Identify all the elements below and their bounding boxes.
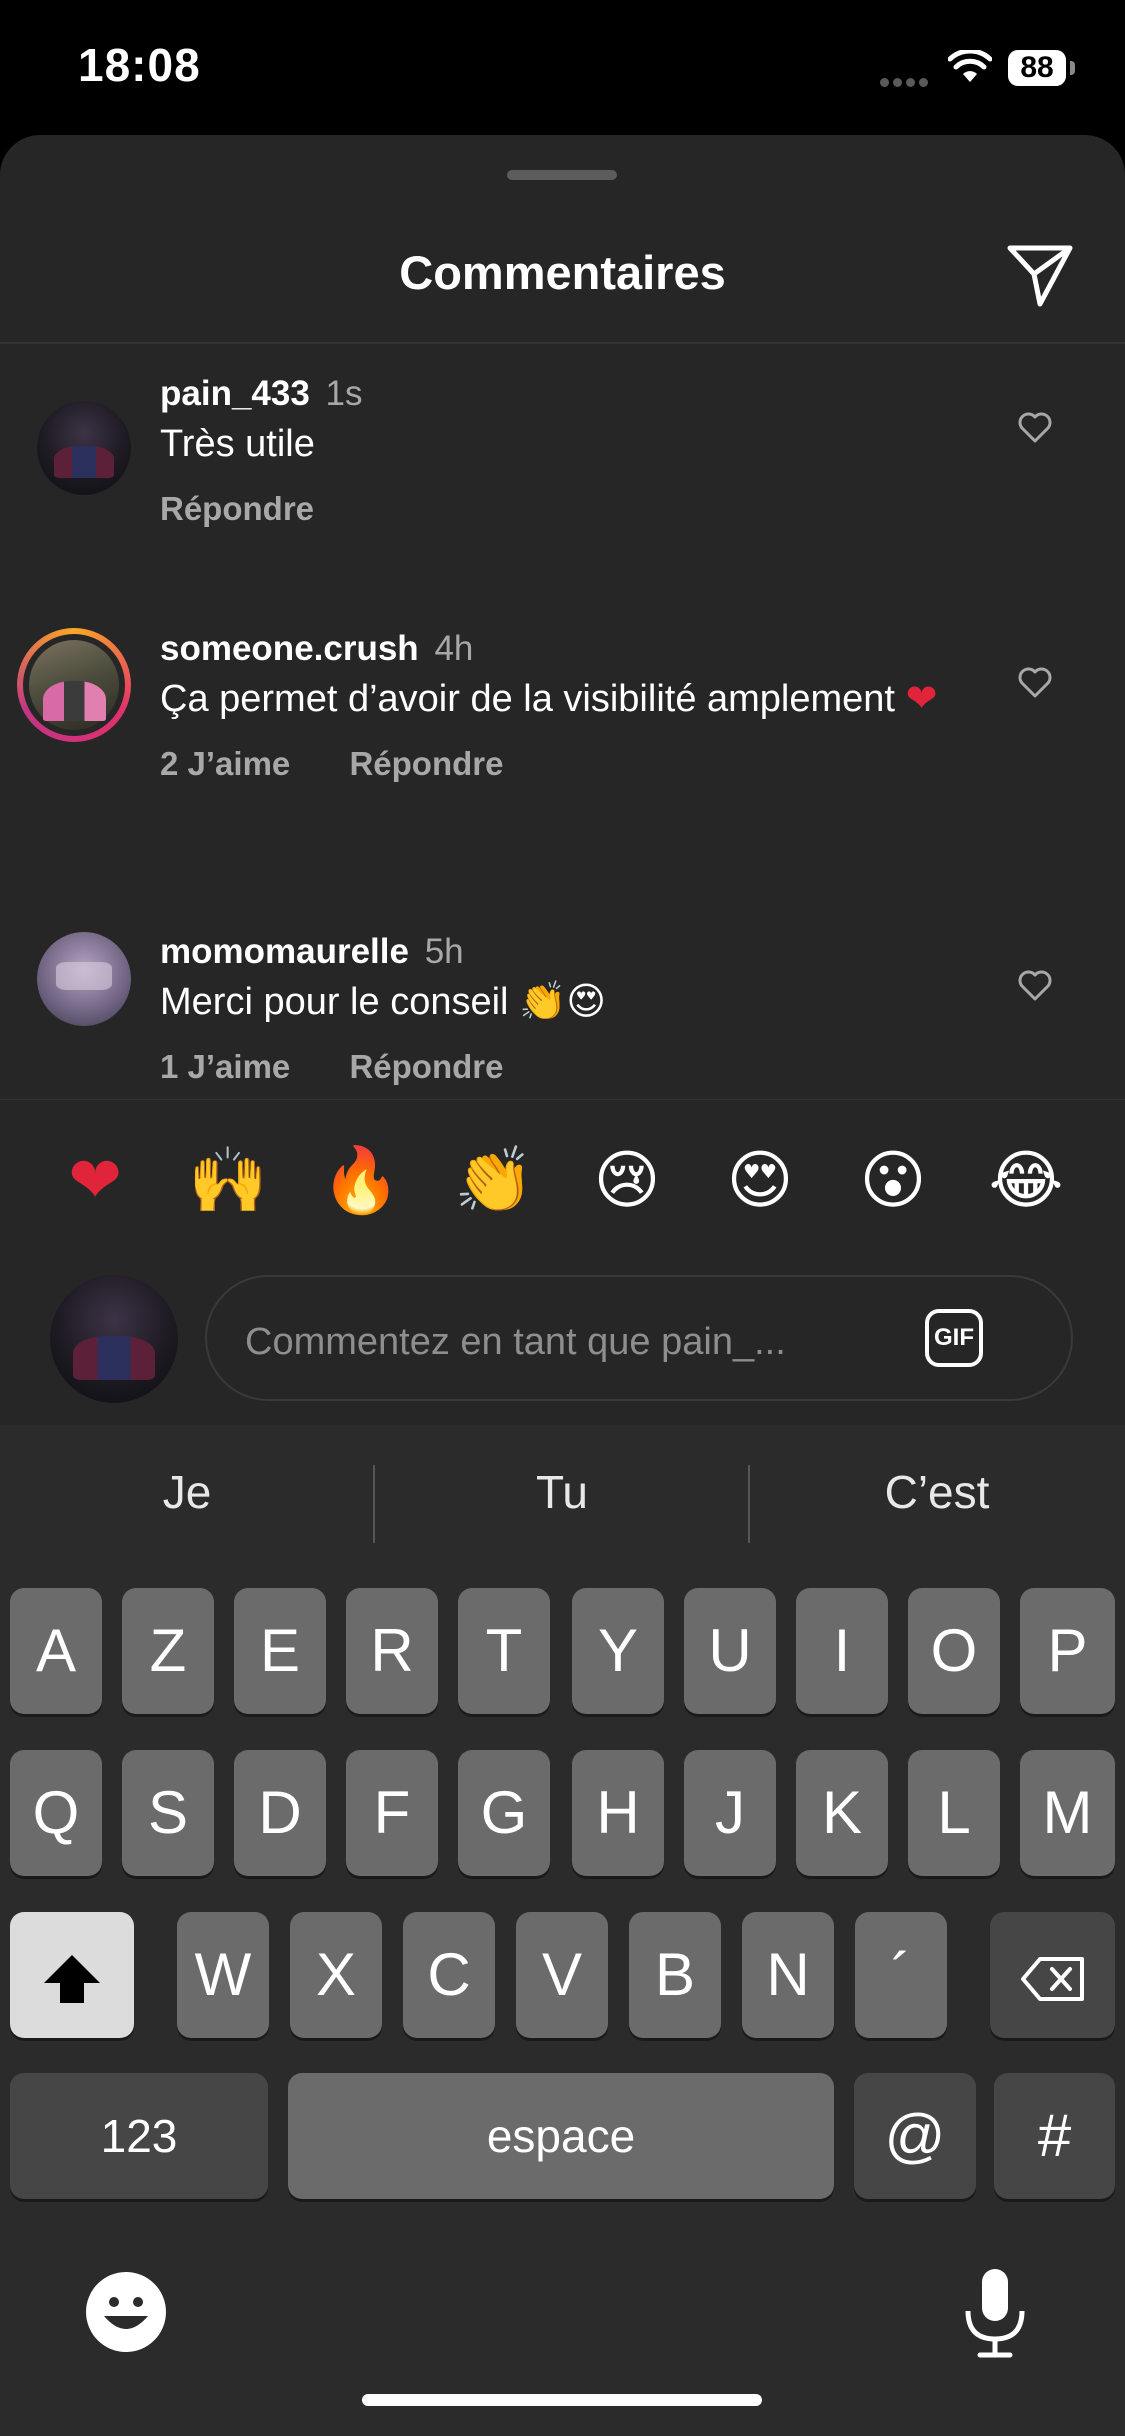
- key-b[interactable]: B: [629, 1912, 721, 2038]
- sheet-grabber[interactable]: [507, 170, 617, 180]
- comment-text-body: Ça permet d’avoir de la visibilité ample…: [160, 678, 895, 720]
- reply-button[interactable]: Répondre: [160, 490, 314, 527]
- heart-emoji: ❤: [905, 678, 938, 720]
- key-c[interactable]: C: [403, 1912, 495, 2038]
- reaction-fire[interactable]: 🔥: [321, 1140, 401, 1220]
- key-t[interactable]: T: [458, 1588, 550, 1714]
- heart-icon[interactable]: [1017, 409, 1053, 445]
- comment-username[interactable]: pain_433: [160, 374, 310, 413]
- composer-area: ❤ 🙌 🔥 👏 😢 😍 😮 😂 GIF: [0, 1100, 1125, 1425]
- comment-input[interactable]: [243, 1313, 887, 1371]
- wifi-icon: [948, 50, 992, 82]
- key-z[interactable]: Z: [122, 1588, 214, 1714]
- likes-count[interactable]: 1 J’aime: [160, 1048, 290, 1085]
- key-s[interactable]: S: [122, 1750, 214, 1876]
- delete-key[interactable]: [990, 1912, 1115, 2038]
- send-icon[interactable]: [1004, 238, 1076, 310]
- key-u[interactable]: U: [684, 1588, 776, 1714]
- comment-text: Ça permet d’avoir de la visibilité ample…: [160, 675, 940, 723]
- composer-avatar: [50, 1275, 178, 1403]
- prediction-2[interactable]: Tu: [375, 1465, 749, 1519]
- avatar-story-ring[interactable]: [17, 628, 131, 742]
- likes-count[interactable]: 2 J’aime: [160, 745, 290, 782]
- quick-reactions: ❤ 🙌 🔥 👏 😢 😍 😮 😂: [0, 1140, 1125, 1240]
- key-f[interactable]: F: [346, 1750, 438, 1876]
- avatar[interactable]: [37, 401, 131, 495]
- gif-button[interactable]: GIF: [925, 1309, 983, 1367]
- key-i[interactable]: I: [796, 1588, 888, 1714]
- prediction-3[interactable]: C’est: [750, 1465, 1124, 1519]
- key-q[interactable]: Q: [10, 1750, 102, 1876]
- reply-button[interactable]: Répondre: [349, 745, 503, 782]
- key-y[interactable]: Y: [572, 1588, 664, 1714]
- comment-time: 4h: [434, 629, 474, 668]
- shift-key[interactable]: [10, 1912, 134, 2038]
- key-w[interactable]: W: [177, 1912, 269, 2038]
- keyboard: Je Tu C’est A Z E R T Y U I O P Q S D F …: [0, 1425, 1125, 2436]
- reaction-heart[interactable]: ❤: [55, 1140, 135, 1220]
- home-indicator[interactable]: [362, 2394, 762, 2406]
- key-m[interactable]: M: [1020, 1750, 1115, 1876]
- backspace-icon: [1020, 1957, 1084, 2002]
- numbers-key[interactable]: 123: [10, 2073, 268, 2199]
- emoji-keyboard-icon[interactable]: [84, 2270, 168, 2354]
- reply-button[interactable]: Répondre: [349, 1048, 503, 1085]
- key-p[interactable]: P: [1020, 1588, 1115, 1714]
- comment-emojis: 👏😍: [519, 981, 606, 1023]
- key-o[interactable]: O: [908, 1588, 1000, 1714]
- hash-key[interactable]: #: [994, 2073, 1115, 2199]
- status-time: 18:08: [78, 39, 201, 91]
- cellular-signal-icon: [880, 74, 936, 87]
- at-key[interactable]: @: [854, 2073, 976, 2199]
- avatar: [29, 640, 119, 730]
- comment-text: Merci pour le conseil 👏😍: [160, 978, 940, 1026]
- microphone-icon[interactable]: [960, 2265, 1030, 2361]
- heart-icon[interactable]: [1017, 967, 1053, 1003]
- comment-text-body: Merci pour le conseil: [160, 981, 509, 1023]
- key-n[interactable]: N: [742, 1912, 834, 2038]
- comment-text: Très utile: [160, 423, 315, 465]
- reaction-crying[interactable]: 😢: [587, 1140, 667, 1220]
- key-k[interactable]: K: [796, 1750, 888, 1876]
- key-l[interactable]: L: [908, 1750, 1000, 1876]
- comment-time: 5h: [424, 932, 464, 971]
- reaction-laughing[interactable]: 😂: [986, 1140, 1066, 1220]
- reaction-surprised[interactable]: 😮: [853, 1140, 933, 1220]
- reaction-clap[interactable]: 👏: [454, 1140, 534, 1220]
- key-v[interactable]: V: [516, 1912, 608, 2038]
- key-g[interactable]: G: [458, 1750, 550, 1876]
- key-h[interactable]: H: [572, 1750, 664, 1876]
- shift-arrow-icon: [44, 1955, 100, 2004]
- prediction-1[interactable]: Je: [0, 1465, 374, 1519]
- heart-icon[interactable]: [1017, 664, 1053, 700]
- key-r[interactable]: R: [346, 1588, 438, 1714]
- space-key[interactable]: espace: [288, 2073, 834, 2199]
- key-d[interactable]: D: [234, 1750, 326, 1876]
- comment-username[interactable]: momomaurelle: [160, 932, 409, 971]
- key-accent[interactable]: ´: [855, 1912, 947, 2038]
- avatar[interactable]: [37, 932, 131, 1026]
- key-a[interactable]: A: [10, 1588, 102, 1714]
- key-x[interactable]: X: [290, 1912, 382, 2038]
- reaction-raised-hands[interactable]: 🙌: [188, 1140, 268, 1220]
- battery-level: 88: [1008, 50, 1066, 86]
- comment-list[interactable]: pain_433 1s Très utile Répondre someone.…: [0, 344, 1125, 1099]
- key-j[interactable]: J: [684, 1750, 776, 1876]
- comment-username[interactable]: someone.crush: [160, 629, 419, 668]
- battery-icon: [1070, 61, 1075, 75]
- sheet-title: Commentaires: [399, 246, 726, 299]
- comment-field[interactable]: GIF: [205, 1275, 1073, 1401]
- key-e[interactable]: E: [234, 1588, 326, 1714]
- reaction-heart-eyes[interactable]: 😍: [720, 1140, 800, 1220]
- comment-time: 1s: [325, 374, 363, 413]
- status-bar: 18:08 88: [0, 0, 1125, 135]
- predictive-bar: Je Tu C’est: [0, 1425, 1125, 1575]
